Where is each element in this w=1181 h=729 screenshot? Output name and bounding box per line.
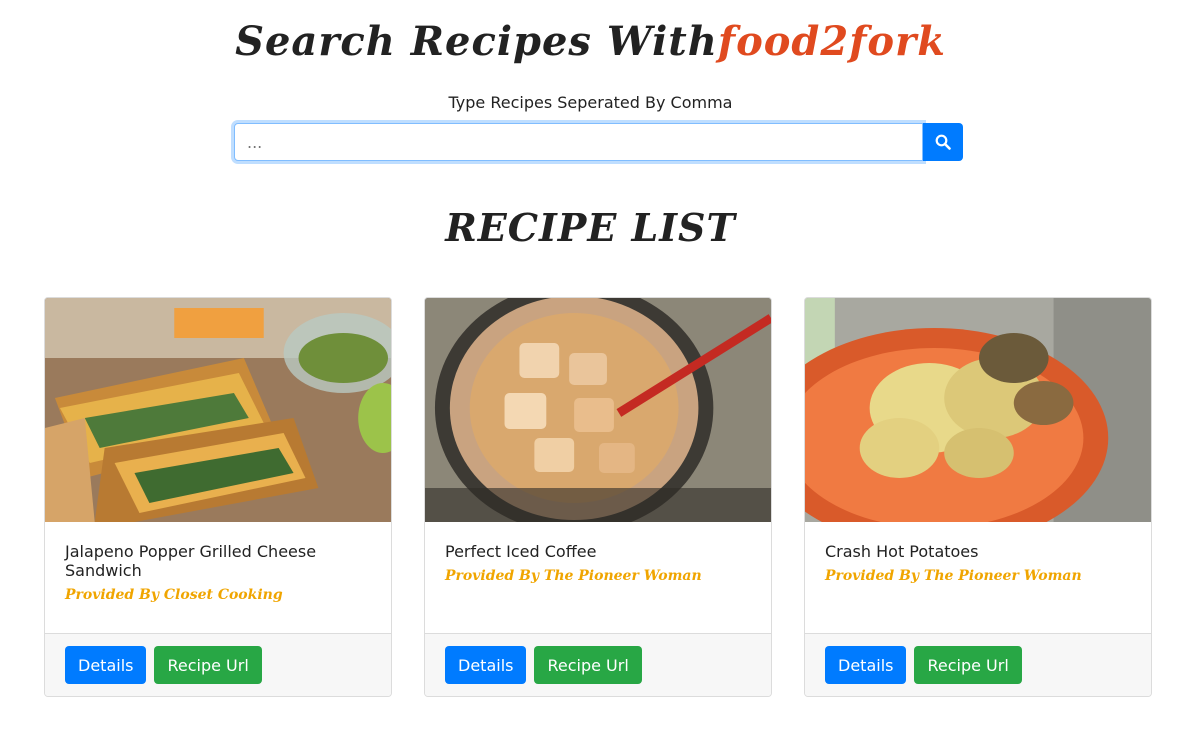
recipe-url-button[interactable]: Recipe Url [914,646,1022,684]
details-button[interactable]: Details [445,646,527,684]
details-button[interactable]: Details [825,646,907,684]
page-title: Search Recipes Withfood2fork [0,18,1181,65]
recipe-card: Jalapeno Popper Grilled Cheese Sandwich … [44,297,392,697]
recipe-image [45,298,391,522]
recipe-url-button[interactable]: Recipe Url [534,646,642,684]
recipe-list-heading: RECIPE LIST [445,205,736,250]
card-footer: Details Recipe Url [805,633,1151,696]
search-icon [935,134,951,150]
search-button[interactable] [923,123,963,161]
recipe-title: Perfect Iced Coffee [445,542,597,561]
details-button[interactable]: Details [65,646,147,684]
search-input[interactable] [234,123,923,161]
search-bar [234,123,963,161]
recipe-provider: Provided By The Pioneer Woman [445,568,702,584]
card-footer: Details Recipe Url [425,633,771,696]
recipe-image [805,298,1151,522]
recipe-title: Jalapeno Popper Grilled Cheese Sandwich [65,542,317,580]
recipe-provider: Provided By Closet Cooking [65,587,283,603]
recipe-title: Crash Hot Potatoes [825,542,979,561]
card-footer: Details Recipe Url [45,633,391,696]
title-prefix: Search Recipes With [235,18,718,65]
recipe-card: Crash Hot Potatoes Provided By The Pione… [804,297,1152,697]
search-label: Type Recipes Seperated By Comma [448,93,733,112]
recipe-url-button[interactable]: Recipe Url [154,646,262,684]
recipe-image [425,298,771,522]
recipe-card: Perfect Iced Coffee Provided By The Pion… [424,297,772,697]
recipe-provider: Provided By The Pioneer Woman [825,568,1082,584]
title-brand: food2fork [717,18,946,65]
